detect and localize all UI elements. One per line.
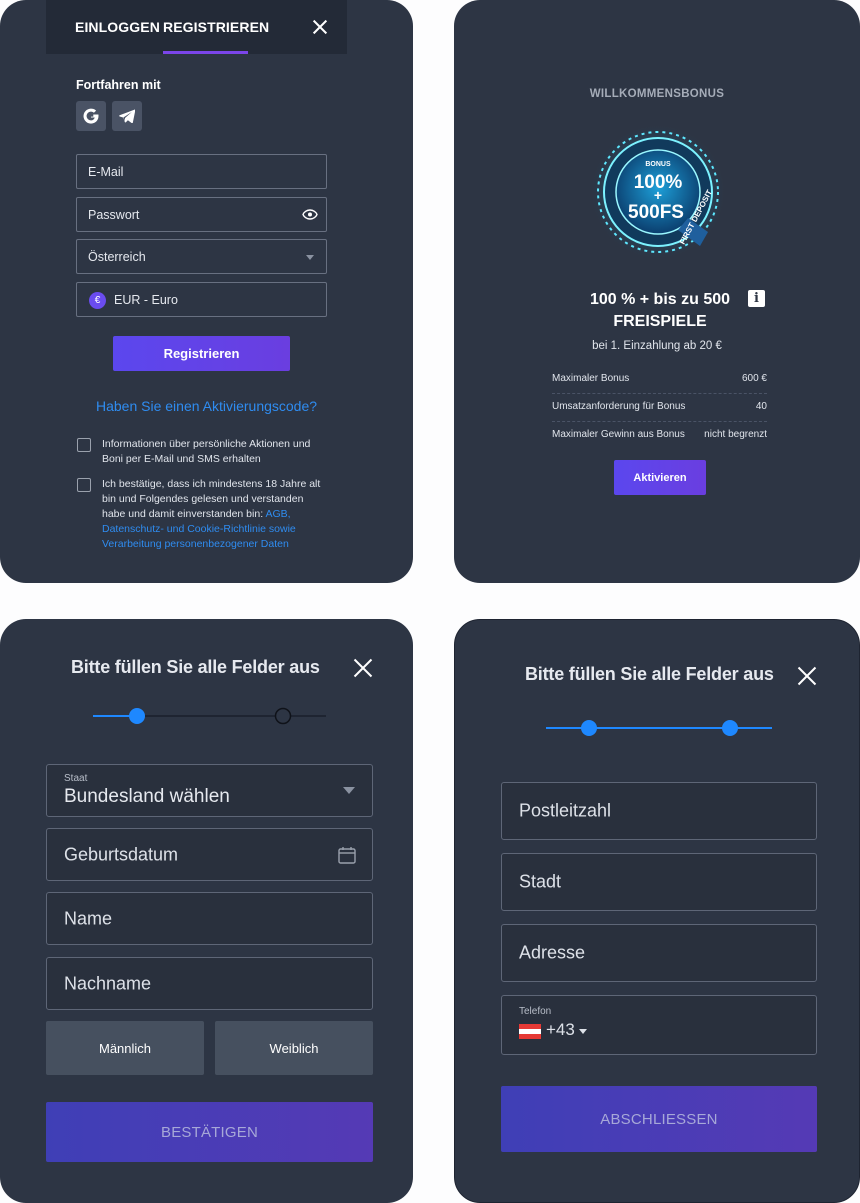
gender-male-button[interactable]: Männlich bbox=[46, 1021, 204, 1075]
bonus-row-wagering: Umsatzanforderung für Bonus 40 bbox=[552, 394, 767, 422]
bonus-heading: WILLKOMMENSBONUS bbox=[589, 88, 725, 100]
promo-checkbox-label: Informationen über persönliche Aktionen … bbox=[102, 438, 311, 465]
step-progress bbox=[546, 720, 772, 736]
state-select[interactable]: Staat Bundesland wählen bbox=[46, 764, 373, 817]
password-field[interactable]: Passwort bbox=[76, 197, 327, 232]
tab-login[interactable]: EINLOGGEN bbox=[75, 19, 160, 35]
google-login-button[interactable] bbox=[76, 101, 106, 131]
last-name-field[interactable]: Nachname bbox=[46, 957, 373, 1010]
close-icon[interactable] bbox=[352, 656, 374, 680]
currency-value: EUR - Euro bbox=[114, 292, 178, 307]
row-value: 40 bbox=[755, 401, 767, 412]
step-2-dot bbox=[722, 720, 738, 736]
birthdate-field[interactable]: Geburtsdatum bbox=[46, 828, 373, 881]
last-name-placeholder: Nachname bbox=[64, 973, 152, 993]
first-name-placeholder: Name bbox=[64, 908, 113, 928]
email-field[interactable]: E-Mail bbox=[76, 154, 327, 189]
email-placeholder: E-Mail bbox=[88, 164, 124, 179]
country-value: Österreich bbox=[88, 249, 146, 264]
address-details-panel: Bitte füllen Sie alle Felder aus Postlei… bbox=[454, 619, 860, 1203]
row-value: nicht begrenzt bbox=[704, 429, 767, 440]
active-tab-indicator bbox=[163, 51, 248, 54]
telegram-login-button[interactable] bbox=[112, 101, 142, 131]
activate-button[interactable]: Aktivieren bbox=[614, 460, 706, 495]
row-key: Maximaler Gewinn aus Bonus bbox=[552, 429, 685, 440]
terms-checkbox-label: Ich bestätige, dass ich mindestens 18 Ja… bbox=[102, 477, 327, 552]
chevron-down-icon bbox=[343, 787, 355, 794]
confirm-button[interactable]: BESTÄTIGEN bbox=[46, 1102, 373, 1162]
continue-with-label: Fortfahren mit bbox=[76, 78, 161, 92]
row-key: Maximaler Bonus bbox=[552, 373, 630, 384]
phone-country-code[interactable]: +43 bbox=[546, 1020, 575, 1040]
close-icon[interactable] bbox=[312, 18, 327, 36]
close-icon[interactable] bbox=[796, 664, 818, 688]
tab-register[interactable]: REGISTRIEREN bbox=[163, 19, 269, 35]
birthdate-placeholder: Geburtsdatum bbox=[64, 844, 179, 864]
calendar-icon[interactable] bbox=[338, 846, 356, 864]
form-title: Bitte füllen Sie alle Felder aus bbox=[71, 657, 320, 677]
address-field[interactable]: Adresse bbox=[501, 924, 817, 982]
badge-bonus-text: BONUS bbox=[645, 161, 671, 168]
telegram-icon bbox=[119, 109, 135, 123]
bonus-title: 100 % + bis zu 500 FREISPIELE bbox=[589, 291, 731, 330]
row-value: 600 € bbox=[741, 373, 767, 384]
info-icon[interactable]: i bbox=[748, 290, 765, 307]
postcode-field[interactable]: Postleitzahl bbox=[501, 782, 817, 840]
chevron-down-icon[interactable] bbox=[579, 1029, 587, 1034]
postcode-placeholder: Postleitzahl bbox=[519, 800, 612, 821]
personal-details-panel: Bitte füllen Sie alle Felder aus Staat B… bbox=[0, 619, 413, 1203]
step-1-dot bbox=[129, 708, 145, 724]
registration-panel: EINLOGGEN REGISTRIEREN Fortfahren mit E-… bbox=[0, 0, 413, 583]
state-label: Staat bbox=[64, 773, 88, 784]
city-placeholder: Stadt bbox=[519, 871, 562, 892]
address-placeholder: Adresse bbox=[519, 942, 586, 963]
welcome-bonus-panel: WILLKOMMENSBONUS BONUS 100% + 500FS FIRS… bbox=[454, 0, 860, 583]
promo-checkbox[interactable] bbox=[77, 438, 91, 452]
step-1-dot bbox=[581, 720, 597, 736]
finish-button[interactable]: ABSCHLIESSEN bbox=[501, 1086, 817, 1152]
auth-tab-bar: EINLOGGEN REGISTRIEREN bbox=[46, 0, 347, 54]
phone-label: Telefon bbox=[519, 1006, 552, 1017]
activation-code-link[interactable]: Haben Sie einen Aktivierungscode? bbox=[96, 398, 317, 414]
state-value: Bundesland wählen bbox=[64, 786, 230, 807]
password-placeholder: Passwort bbox=[88, 207, 140, 222]
first-name-field[interactable]: Name bbox=[46, 892, 373, 945]
phone-field[interactable]: Telefon +43 bbox=[501, 995, 817, 1055]
austria-flag-icon[interactable] bbox=[519, 1024, 541, 1039]
step-2-dot bbox=[274, 707, 292, 725]
chevron-down-icon bbox=[306, 255, 314, 260]
currency-select[interactable]: € EUR - Euro bbox=[76, 282, 327, 317]
terms-checkbox[interactable] bbox=[77, 478, 91, 492]
gender-female-button[interactable]: Weiblich bbox=[215, 1021, 373, 1075]
step-progress bbox=[93, 707, 326, 725]
bonus-subtitle: bei 1. Einzahlung ab 20 € bbox=[592, 340, 722, 352]
badge-plus-text: + bbox=[654, 187, 662, 203]
bonus-row-max-bonus: Maximaler Bonus 600 € bbox=[552, 366, 767, 394]
bonus-row-max-win: Maximaler Gewinn aus Bonus nicht begrenz… bbox=[552, 422, 767, 450]
eye-icon[interactable] bbox=[302, 209, 318, 220]
badge-fs-text: 500FS bbox=[628, 202, 684, 223]
register-button[interactable]: Registrieren bbox=[113, 336, 290, 371]
bonus-badge-image: BONUS 100% + 500FS FIRST DEPOSIT bbox=[590, 124, 726, 260]
city-field[interactable]: Stadt bbox=[501, 853, 817, 911]
country-select[interactable]: Österreich bbox=[76, 239, 327, 274]
euro-icon: € bbox=[89, 292, 106, 309]
row-key: Umsatzanforderung für Bonus bbox=[552, 401, 686, 412]
form-title: Bitte füllen Sie alle Felder aus bbox=[525, 664, 774, 684]
google-icon bbox=[83, 108, 99, 124]
